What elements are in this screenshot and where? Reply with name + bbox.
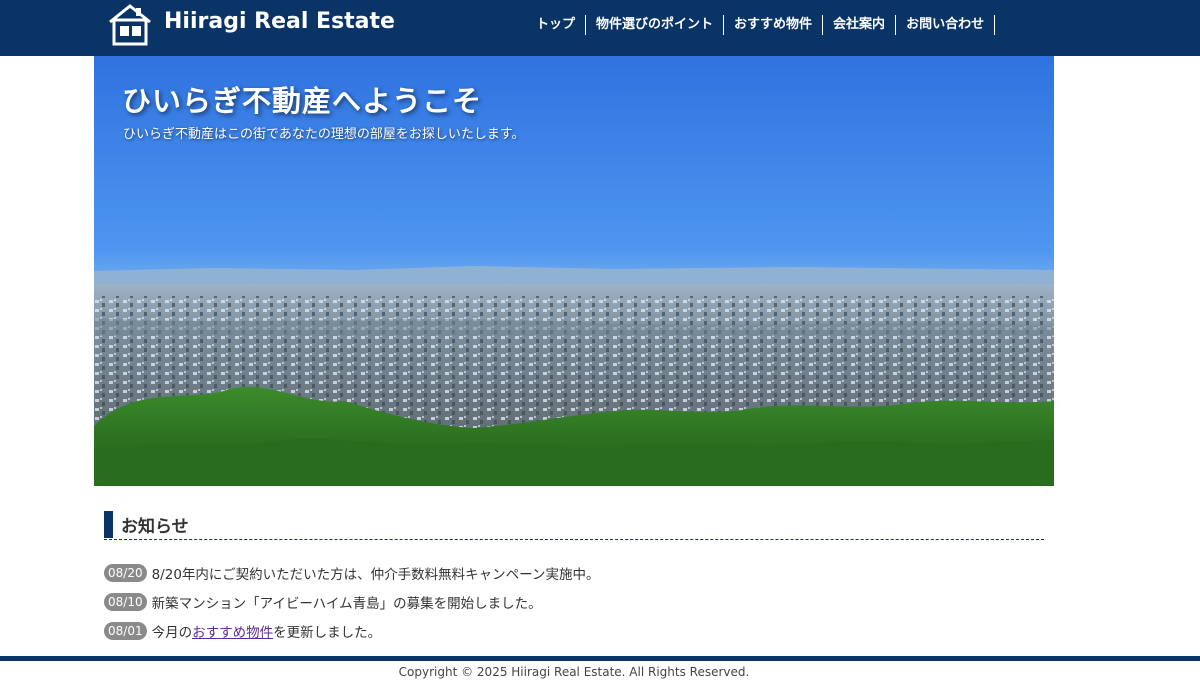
news-item: 08/20 8/20年内にご契約いただいた方は、仲介手数料無料キャンペーン実施中…: [104, 558, 1044, 587]
recommended-link[interactable]: おすすめ物件: [192, 621, 273, 641]
footer-divider: [0, 656, 1200, 661]
hero-banner: ひいらぎ不動産へようこそ ひいらぎ不動産はこの街であなたの理想の部屋をお探しいた…: [94, 56, 1054, 486]
hero-subtitle: ひいらぎ不動産はこの街であなたの理想の部屋をお探しいたします。: [123, 127, 525, 142]
house-logo-icon: [109, 4, 151, 46]
date-badge: 08/20: [104, 563, 147, 582]
nav-contact[interactable]: お問い合わせ: [896, 15, 996, 35]
main-nav: トップ 物件選びのポイント おすすめ物件 会社案内 お問い合わせ: [526, 15, 996, 35]
news-text: 8/20年内にご契約いただいた方は、仲介手数料無料キャンペーン実施中。: [151, 566, 600, 583]
city-panorama-image: [94, 56, 1054, 486]
footer-copyright: Copyright © 2025 Hiiragi Real Estate. Al…: [398, 665, 750, 679]
nav-recommended[interactable]: おすすめ物件: [724, 15, 824, 35]
nav-top[interactable]: トップ: [526, 15, 587, 35]
news-title: お知らせ: [121, 517, 189, 537]
date-badge: 08/10: [104, 592, 147, 611]
site-header: Hiiragi Real Estate トップ 物件選びのポイント おすすめ物件…: [0, 0, 1200, 56]
nav-company[interactable]: 会社案内: [823, 15, 897, 35]
site-logo[interactable]: [108, 0, 152, 50]
news-text-after: を更新しました。: [273, 624, 382, 641]
site-name[interactable]: Hiiragi Real Estate: [164, 9, 395, 34]
news-text: 新築マンション「アイビーハイム青島」の募集を開始しました。: [151, 595, 542, 612]
news-item: 08/01 今月の おすすめ物件 を更新しました。: [104, 616, 1044, 645]
news-text: 今月の: [151, 624, 193, 641]
nav-selection-points[interactable]: 物件選びのポイント: [586, 15, 725, 35]
news-heading: お知らせ: [104, 511, 1044, 540]
heading-accent-bar: [104, 511, 113, 538]
date-badge: 08/01: [104, 621, 147, 640]
news-list: 08/20 8/20年内にご契約いただいた方は、仲介手数料無料キャンペーン実施中…: [104, 558, 1044, 645]
news-item: 08/10 新築マンション「アイビーハイム青島」の募集を開始しました。: [104, 587, 1044, 616]
hero-title: ひいらぎ不動産へようこそ: [122, 84, 483, 118]
